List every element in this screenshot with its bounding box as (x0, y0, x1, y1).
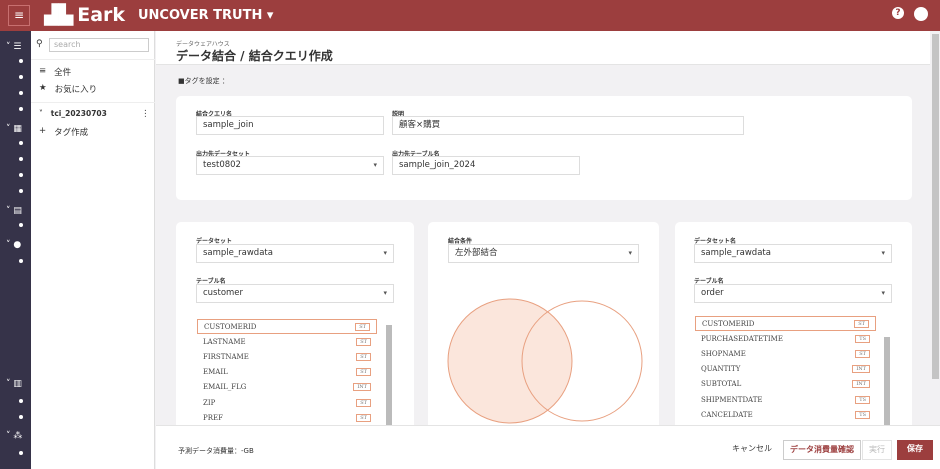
column-name: CANCELDATE (701, 410, 753, 419)
column-name: CUSTOMERID (204, 322, 257, 331)
save-button[interactable]: 保存 (897, 440, 933, 460)
column-type-badge: INT (852, 365, 870, 374)
join-type-select[interactable]: 左外部結合 (448, 244, 639, 263)
right-scrollbar[interactable] (884, 337, 890, 432)
column-name: PREF (203, 413, 223, 422)
right-table-card: データセット名 sample_rawdata テーブル名 order CUSTO… (675, 222, 912, 432)
list-icon[interactable]: ˅ ☰ (6, 42, 21, 52)
add-tag-button[interactable]: + タグ作成 (39, 126, 88, 138)
column-item[interactable]: EMAIL ST (197, 365, 377, 380)
column-item[interactable]: PURCHASEDATETIME TS (695, 331, 876, 346)
column-type-badge: ST (854, 319, 869, 328)
column-item[interactable]: PREF ST (197, 410, 377, 425)
search-icon: ⚲ (36, 39, 43, 49)
page-title: データ結合 / 結合クエリ作成 (176, 49, 333, 63)
main-content: データウェアハウス データ結合 / 結合クエリ作成 ■タグを設定 ： 結合クエリ… (156, 31, 930, 432)
query-name-input[interactable]: sample_join (196, 116, 384, 135)
join-condition-card: 結合条件 左外部結合 (428, 222, 659, 432)
data-estimate: 予測データ消費量：-GB (178, 447, 254, 455)
column-item[interactable]: CUSTOMERID ST (197, 319, 377, 335)
right-dataset-select[interactable]: sample_rawdata (694, 244, 892, 263)
column-type-badge: TS (855, 334, 870, 343)
column-type-badge: ST (356, 337, 371, 346)
left-table-card: データセット sample_rawdata テーブル名 customer CUS… (176, 222, 414, 432)
query-settings-card: 結合クエリ名 sample_join 説明 顧客×購買 出力先データセット te… (176, 96, 912, 200)
grid-icon[interactable]: ˅ ▦ (6, 124, 22, 134)
output-table-input[interactable]: sample_join_2024 (392, 156, 580, 175)
column-type-badge: TS (855, 410, 870, 419)
people-icon[interactable]: ˅ ⁂ (6, 431, 22, 441)
user-icon[interactable] (914, 7, 928, 21)
column-item[interactable]: SHOPNAME ST (695, 346, 876, 361)
left-column-list: CUSTOMERID ST LASTNAME ST FIRSTNAME ST EMAIL ST… (197, 319, 377, 425)
run-button[interactable]: 実行 (862, 440, 892, 460)
search-input[interactable]: search (49, 38, 149, 52)
column-name: EMAIL_FLG (203, 383, 247, 392)
column-name: FIRSTNAME (203, 352, 249, 361)
column-name: SHIPMENTDATE (701, 395, 763, 404)
column-item[interactable]: CANCELDATE TS (695, 407, 876, 422)
column-name: CUSTOMERID (702, 319, 755, 328)
column-name: PURCHASEDATETIME (701, 334, 783, 343)
footer-bar: 予測データ消費量：-GB キャンセル データ消費量確認 実行 保存 (156, 425, 940, 469)
column-name: LASTNAME (203, 337, 246, 346)
column-item[interactable]: FIRSTNAME ST (197, 349, 377, 364)
menu-button[interactable]: ≡ (8, 5, 30, 26)
logo: ▟▙ Eark (44, 4, 126, 26)
column-item[interactable]: ZIP ST (197, 395, 377, 410)
page-scrollbar[interactable] (932, 34, 939, 379)
tag-setting[interactable]: ■タグを設定 ： (178, 76, 229, 86)
right-column-list: CUSTOMERID ST PURCHASEDATETIME TS SHOPNAME ST… (695, 316, 876, 422)
column-type-badge: ST (855, 349, 870, 358)
column-type-badge: TS (855, 395, 870, 404)
venn-diagram (447, 298, 643, 424)
chat-icon[interactable]: ˅ ● (6, 240, 21, 250)
left-table-select[interactable]: customer (196, 284, 394, 303)
column-name: QUANTITY (701, 365, 741, 374)
app-header: ≡ ▟▙ Eark UNCOVER TRUTH ▾ ? (0, 0, 940, 31)
column-item[interactable]: SHIPMENTDATE TS (695, 392, 876, 407)
project-switcher[interactable]: UNCOVER TRUTH ▾ (138, 8, 273, 23)
output-dataset-select[interactable]: test0802 (196, 156, 384, 175)
help-icon[interactable]: ? (892, 7, 904, 19)
column-type-badge: ST (356, 368, 371, 377)
check-consumption-button[interactable]: データ消費量確認 (783, 440, 861, 460)
right-table-select[interactable]: order (694, 284, 892, 303)
sidebar-item-all[interactable]: ≡ 全件 (39, 66, 71, 78)
cancel-button[interactable]: キャンセル (726, 440, 778, 460)
tag-icon: ■ (178, 77, 185, 85)
column-item[interactable]: QUANTITY INT (695, 362, 876, 377)
column-type-badge: INT (353, 383, 371, 392)
left-circle (447, 298, 573, 424)
sidebar-group[interactable]: ˅ tci_20230703 (39, 109, 107, 118)
column-type-badge: ST (356, 413, 371, 422)
more-icon[interactable]: ⋮ (141, 109, 150, 119)
column-item[interactable]: SUBTOTAL INT (695, 377, 876, 392)
icon-rail: ˅ ☰ ˅ ▦ ˅ ▤ ˅ ● ˅ ▥ ˅ ⁂ (0, 31, 31, 469)
secondary-sidebar: ⚲ search ≡ 全件 ★ お気に入り ˅ tci_20230703 ⋮ + タグ作… (31, 31, 155, 469)
box-icon[interactable]: ˅ ▤ (6, 206, 22, 216)
column-name: SHOPNAME (701, 349, 746, 358)
left-dataset-select[interactable]: sample_rawdata (196, 244, 394, 263)
column-type-badge: ST (356, 398, 371, 407)
column-name: SUBTOTAL (701, 380, 742, 389)
description-input[interactable]: 顧客×購買 (392, 116, 744, 135)
column-name: EMAIL (203, 368, 228, 377)
logo-icon: ▟▙ (44, 4, 74, 26)
left-scrollbar[interactable] (386, 325, 392, 432)
column-type-badge: ST (356, 352, 371, 361)
building-icon[interactable]: ˅ ▥ (6, 379, 22, 389)
column-item[interactable]: LASTNAME ST (197, 334, 377, 349)
column-name: ZIP (203, 398, 216, 407)
column-type-badge: ST (355, 322, 370, 331)
column-item[interactable]: CUSTOMERID ST (695, 316, 876, 332)
column-item[interactable]: EMAIL_FLG INT (197, 380, 377, 395)
column-type-badge: INT (852, 380, 870, 389)
sidebar-item-favorites[interactable]: ★ お気に入り (39, 83, 97, 95)
